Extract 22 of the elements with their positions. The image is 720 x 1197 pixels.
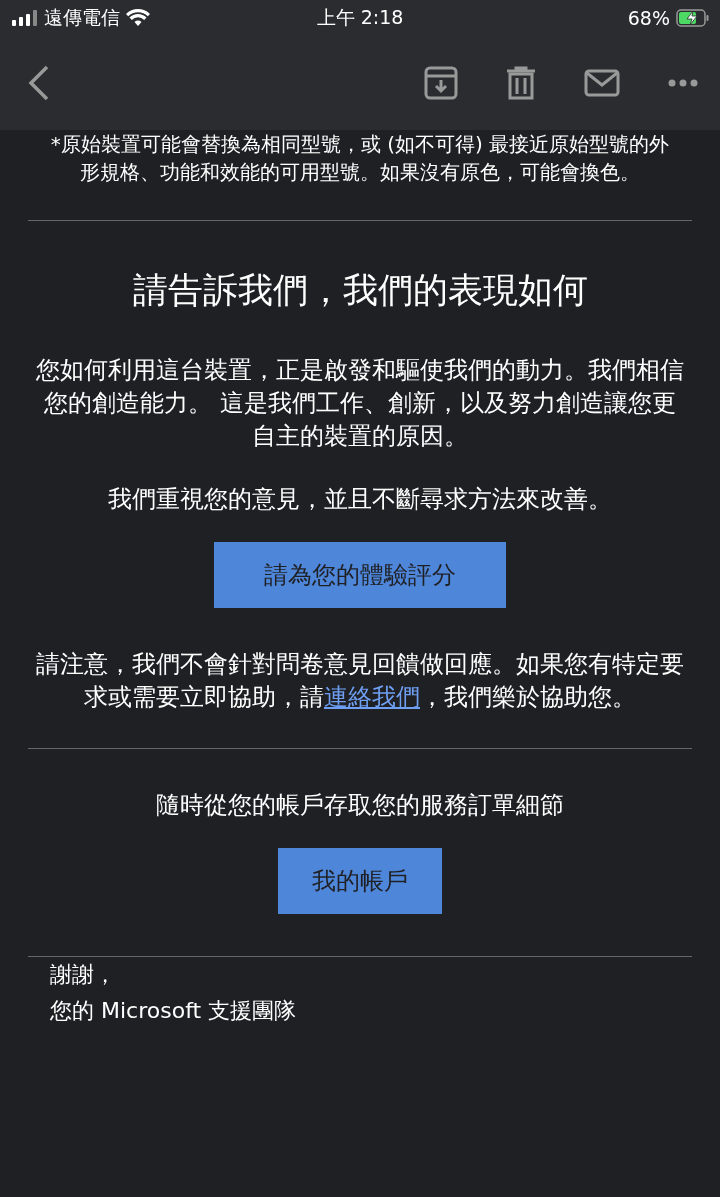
signature-text: 您的 Microsoft 支援團隊 [49, 997, 298, 1025]
my-account-button[interactable]: 我的帳戶 [278, 848, 442, 914]
survey-title: 請告訴我們，我們的表現如何 [131, 269, 589, 312]
back-button[interactable] [28, 65, 50, 101]
signoff-text: 謝謝， [49, 961, 117, 989]
contact-us-link[interactable]: 連絡我們 [324, 683, 420, 711]
mail-button[interactable] [584, 69, 620, 97]
archive-button[interactable] [424, 66, 458, 100]
wifi-icon [126, 9, 150, 27]
account-text: 隨時從您的帳戶存取您的服務訂單細節 [155, 790, 565, 821]
signal-icon [12, 10, 38, 26]
battery-percent: 68% [627, 7, 670, 29]
carrier-name: 遠傳電信 [44, 5, 120, 30]
battery-charging-icon [676, 9, 710, 27]
notice-text: 請注意，我們不會針對問卷意見回饋做回應。如果您有特定要求或需要立即協助，請連絡我們，我們樂於協助您。 [35, 649, 685, 713]
footnote-text: *原始裝置可能會替換為相同型號，或 (如不可得) 最接近原始型號的外形規格、功能和效能的可用型號。如果沒有原色，可能會換色。 [49, 131, 671, 186]
survey-text: 我們重視您的意見，並且不斷尋求方法來改善。 [107, 484, 613, 515]
clock-time: 上午 2:18 [316, 5, 404, 30]
delete-button[interactable] [506, 66, 536, 100]
rate-experience-button[interactable]: 請為您的體驗評分 [214, 542, 506, 608]
more-button[interactable] [668, 79, 698, 87]
survey-text: 您如何利用這台裝置，正是啟發和驅使我們的動力。我們相信您的創造能力。 這是我們工作、創新，以及努力創造讓您更自主的裝置的原因。 [35, 355, 685, 452]
